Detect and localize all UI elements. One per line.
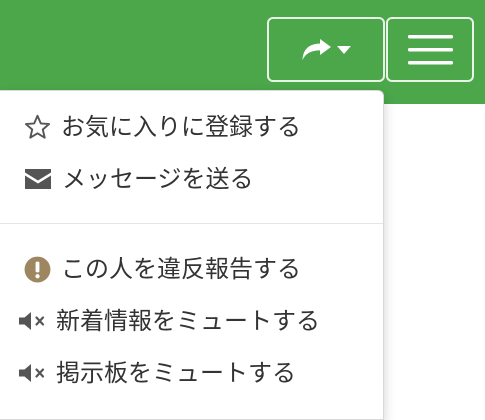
menu-item-add-favorite[interactable]: お気に入りに登録する xyxy=(0,103,407,151)
hamburger-menu-button[interactable] xyxy=(386,17,474,82)
top-navbar xyxy=(0,0,485,104)
envelope-icon xyxy=(24,168,52,190)
hamburger-menu-icon xyxy=(407,34,453,65)
menu-item-mute-updates[interactable]: 新着情報をミュートする xyxy=(0,297,401,345)
volume-mute-icon xyxy=(18,363,48,383)
menu-item-report-user[interactable]: この人を違反報告する xyxy=(0,245,407,293)
menu-item-label: この人を違反報告する xyxy=(61,255,301,283)
volume-mute-icon xyxy=(18,311,48,331)
menu-item-send-message[interactable]: メッセージを送る xyxy=(0,155,407,203)
share-dropdown-menu: お気に入りに登録する メッセージを送る この人を違反報告する 新着情報をミュート… xyxy=(0,90,384,420)
exclamation-circle-icon xyxy=(24,256,51,283)
menu-item-label: 掲示板をミュートする xyxy=(56,359,296,387)
menu-item-label: お気に入りに登録する xyxy=(61,113,301,141)
menu-item-label: 新着情報をミュートする xyxy=(56,307,320,335)
share-dropdown-button[interactable] xyxy=(267,17,385,82)
menu-item-label: メッセージを送る xyxy=(62,165,254,193)
star-outline-icon xyxy=(24,114,51,140)
menu-item-mute-board[interactable]: 掲示板をミュートする xyxy=(0,349,401,397)
share-icon xyxy=(301,38,331,61)
caret-down-icon xyxy=(337,45,351,54)
menu-divider xyxy=(0,223,383,224)
